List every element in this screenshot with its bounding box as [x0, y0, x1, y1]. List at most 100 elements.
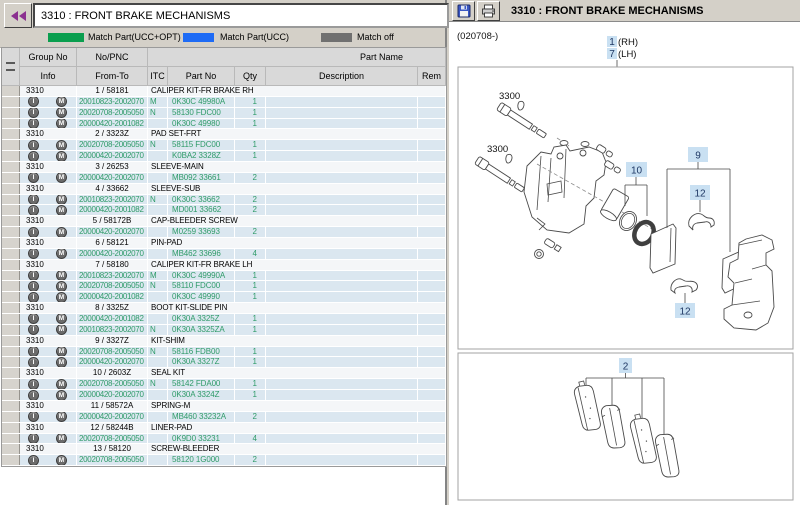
back-button[interactable]	[4, 3, 32, 28]
part-detail-row[interactable]: IM20000420-20010820K30C 499801	[2, 119, 446, 130]
info-icon-i[interactable]: I	[28, 97, 39, 107]
info-icon-m[interactable]: M	[56, 357, 67, 367]
info-icon-m[interactable]: M	[56, 347, 67, 357]
info-icon-m[interactable]: M	[56, 455, 67, 465]
part-group-row[interactable]: 33104 / 33662SLEEVE-SUB	[2, 184, 446, 195]
info-icon-i[interactable]: I	[28, 108, 39, 118]
info-icon-i[interactable]: I	[28, 325, 39, 335]
info-icon-m[interactable]: M	[56, 281, 67, 291]
info-icon-m[interactable]: M	[56, 195, 67, 205]
part-detail-row[interactable]: IM20020708-2005050N58130 FDC001	[2, 108, 446, 119]
info-icon-m[interactable]: M	[56, 314, 67, 324]
info-icon-i[interactable]: I	[28, 195, 39, 205]
part-group-row[interactable]: 33101 / 58181CALIPER KIT-FR BRAKE RH	[2, 86, 446, 97]
info-icon-i[interactable]: I	[28, 140, 39, 150]
section-title-input[interactable]	[33, 3, 449, 28]
part-group-row[interactable]: 331013 / 58120SCREW-BLEEDER	[2, 444, 446, 455]
ref-group-3300-lower[interactable]: 3300	[487, 144, 512, 163]
part-detail-row[interactable]: IM20000420-20020700K30A 3327Z1	[2, 357, 446, 368]
part-group-row[interactable]: 33106 / 58121PIN-PAD	[2, 238, 446, 249]
qty: 1	[235, 151, 266, 161]
callout-caliper-rh-lh[interactable]: 1 (RH) 7 (LH)	[607, 36, 638, 67]
part-detail-row[interactable]: IM20020708-2005050N58116 FDB001	[2, 347, 446, 358]
info-icon-m[interactable]: M	[56, 271, 67, 281]
info-icon-i[interactable]: I	[28, 205, 39, 215]
part-detail-row[interactable]: IM20000420-2002070MB462 336964	[2, 249, 446, 260]
info-icon-m[interactable]: M	[56, 227, 67, 237]
description	[266, 195, 418, 205]
info-icon-i[interactable]: I	[28, 412, 39, 422]
info-icon-i[interactable]: I	[28, 281, 39, 291]
info-icon-i[interactable]: I	[28, 347, 39, 357]
info-icon-m[interactable]: M	[56, 325, 67, 335]
info-icon-m[interactable]: M	[56, 97, 67, 107]
printer-icon	[481, 4, 496, 18]
part-detail-row[interactable]: IM20000420-20010820K30C 499901	[2, 292, 446, 303]
save-button[interactable]	[452, 1, 475, 21]
part-detail-row[interactable]: IM20010823-2002070M0K30C 49990A1	[2, 271, 446, 282]
info-icon-m[interactable]: M	[56, 249, 67, 259]
info-icon-i[interactable]: I	[28, 271, 39, 281]
info-icon-i[interactable]: I	[28, 357, 39, 367]
info-icon-i[interactable]: I	[28, 314, 39, 324]
info-icon-i[interactable]: I	[28, 227, 39, 237]
part-detail-row[interactable]: IM20020708-2005050N58110 FDC001	[2, 281, 446, 292]
description	[266, 390, 418, 400]
part-group-row[interactable]: 33107 / 58180CALIPER KIT-FR BRAKE LH	[2, 260, 446, 271]
part-group-row[interactable]: 33102 / 3323ZPAD SET-FRT	[2, 129, 446, 140]
info-icon-i[interactable]: I	[28, 455, 39, 465]
info-icon-i[interactable]: I	[28, 249, 39, 259]
row-handle	[2, 195, 20, 205]
part-detail-row[interactable]: IM20020708-2005050N58115 FDC001	[2, 140, 446, 151]
part-detail-row[interactable]: IM20010823-2002070N0K30C 336622	[2, 195, 446, 206]
callout-12-upper[interactable]: 12	[690, 185, 710, 212]
part-group-row[interactable]: 33108 / 3325ZBOOT KIT-SLIDE PIN	[2, 303, 446, 314]
info-icon-m[interactable]: M	[56, 390, 67, 400]
part-detail-row[interactable]: IM20000420-2002070MB092 336612	[2, 173, 446, 184]
part-detail-row[interactable]: IM20000420-2002070MB460 33232A2	[2, 412, 446, 423]
info-icon-i[interactable]: I	[28, 434, 39, 444]
info-icon-m[interactable]: M	[56, 108, 67, 118]
print-button[interactable]	[477, 1, 500, 21]
callout-1[interactable]: 1	[609, 37, 615, 48]
info-icon-m[interactable]: M	[56, 140, 67, 150]
info-icon-i[interactable]: I	[28, 173, 39, 183]
part-detail-row[interactable]: IM20000420-2001082MD001 336622	[2, 205, 446, 216]
part-detail-row[interactable]: IM20020708-20050500K9D0 332314	[2, 434, 446, 445]
part-group-row[interactable]: 331010 / 2603ZSEAL KIT	[2, 368, 446, 379]
info-icon-m[interactable]: M	[56, 412, 67, 422]
exploded-view-drawing: (020708-) 1 (RH) 7 (LH) 3300	[449, 22, 800, 505]
part-detail-row[interactable]: IM20020708-2005050N58142 FDA001	[2, 379, 446, 390]
part-group-row[interactable]: 33109 / 3327ZKIT-SHIM	[2, 336, 446, 347]
info-icon-i[interactable]: I	[28, 292, 39, 302]
info-icon-m[interactable]: M	[56, 379, 67, 389]
qty: 1	[235, 314, 266, 324]
callout-12-lower[interactable]: 12	[675, 293, 695, 318]
info-icon-m[interactable]: M	[56, 292, 67, 302]
info-icon-i[interactable]: I	[28, 390, 39, 400]
part-detail-row[interactable]: IM20020708-200505058120 1G0002	[2, 455, 446, 466]
part-detail-row[interactable]: IM20010823-2002070M0K30C 49980A1	[2, 97, 446, 108]
part-group-row[interactable]: 33103 / 26253SLEEVE-MAIN	[2, 162, 446, 173]
info-icons: IM	[20, 347, 77, 357]
info-icon-i[interactable]: I	[28, 379, 39, 389]
part-group-row[interactable]: 331012 / 58244BLINER-PAD	[2, 423, 446, 434]
part-detail-row[interactable]: IM20010823-2002070N0K30A 3325ZA1	[2, 325, 446, 336]
part-group-row[interactable]: 33105 / 58172BCAP-BLEEDER SCREW	[2, 216, 446, 227]
info-icon-m[interactable]: M	[56, 173, 67, 183]
callout-7[interactable]: 7	[609, 49, 615, 60]
diagram-title: 3310 : FRONT BRAKE MECHANISMS	[511, 5, 704, 17]
itc: N	[148, 325, 168, 335]
part-detail-row[interactable]: IM20000420-2002070M0259 336932	[2, 227, 446, 238]
part-detail-row[interactable]: IM20000420-20010820K30A 3325Z1	[2, 314, 446, 325]
part-detail-row[interactable]: IM20000420-20020700K30A 3324Z1	[2, 390, 446, 401]
info-icon-m[interactable]: M	[56, 119, 67, 129]
info-icon-i[interactable]: I	[28, 119, 39, 129]
callout-10[interactable]: 10	[625, 162, 647, 216]
info-icon-m[interactable]: M	[56, 205, 67, 215]
part-group-row[interactable]: 331011 / 58572ASPRING-M	[2, 401, 446, 412]
info-icon-m[interactable]: M	[56, 434, 67, 444]
info-icon-m[interactable]: M	[56, 151, 67, 161]
info-icon-i[interactable]: I	[28, 151, 39, 161]
part-detail-row[interactable]: IM20000420-2002070K0BA2 3328Z1	[2, 151, 446, 162]
